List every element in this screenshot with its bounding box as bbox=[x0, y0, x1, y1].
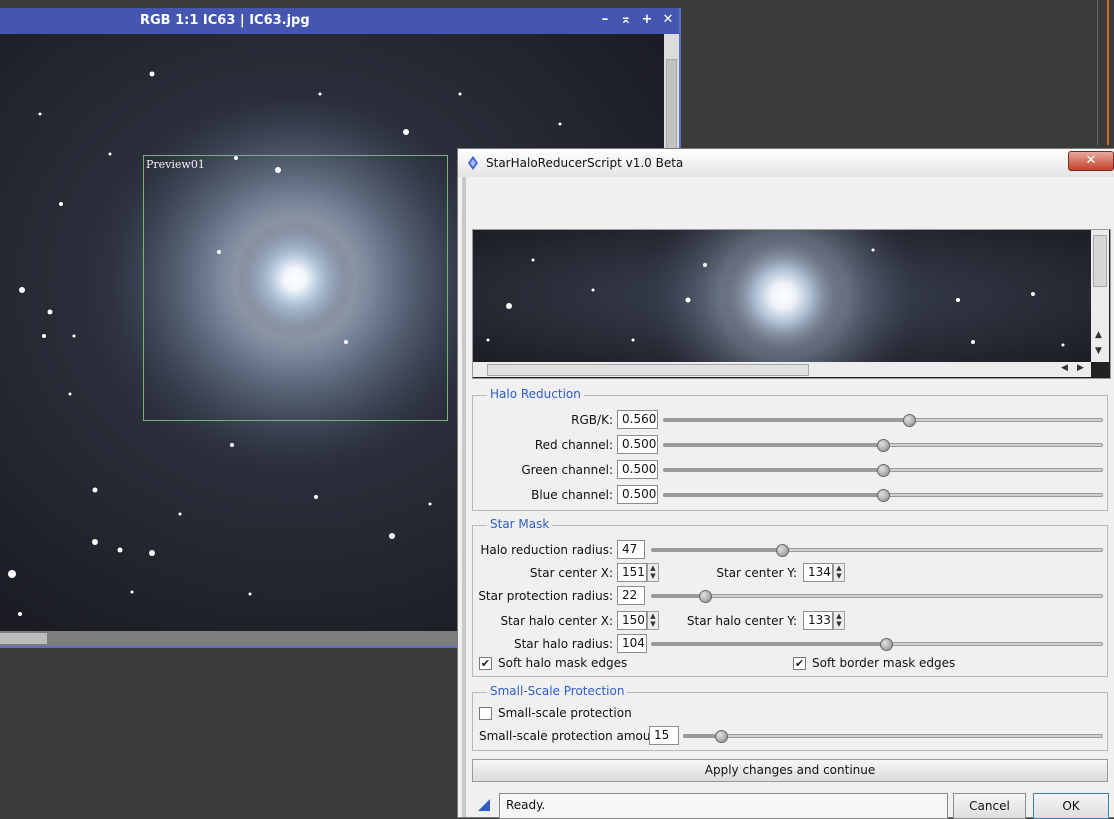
star-center-x-spinner[interactable]: ▲ ▼ bbox=[647, 563, 659, 582]
star-halo-center-y-value[interactable]: 133 bbox=[803, 611, 833, 630]
shade-icon[interactable]: ⌅ bbox=[618, 12, 634, 28]
star-protection-radius-label: Star protection radius: bbox=[478, 589, 613, 603]
spin-up-icon[interactable]: ▲ bbox=[836, 612, 841, 620]
halo-reduction-radius-label: Halo reduction radius: bbox=[480, 543, 613, 557]
soft-border-mask-edges-label: Soft border mask edges bbox=[812, 656, 956, 670]
halo-reduction-radius-value[interactable]: 47 bbox=[617, 540, 645, 559]
rgbk-slider[interactable] bbox=[663, 410, 1103, 430]
apply-changes-button[interactable]: Apply changes and continue bbox=[472, 759, 1108, 782]
dialog-left-edge bbox=[462, 177, 466, 817]
scroll-left-icon[interactable]: ◀ bbox=[1061, 363, 1068, 373]
minimize-icon[interactable]: – bbox=[597, 12, 613, 28]
star-halo-center-y-spinner[interactable]: ▲ ▼ bbox=[833, 611, 845, 630]
help-triangle-icon[interactable] bbox=[478, 799, 490, 811]
rgbk-label: RGB/K: bbox=[571, 413, 613, 427]
star-halo-center-y-label: Star halo center Y: bbox=[686, 614, 797, 628]
preview-vertical-scrollbar[interactable]: ▲ ▼ bbox=[1091, 230, 1109, 362]
close-icon[interactable]: ✕ bbox=[660, 12, 676, 28]
star-mask-title: Star Mask bbox=[487, 517, 553, 531]
scroll-thumb[interactable] bbox=[0, 633, 47, 644]
status-field: Ready. bbox=[499, 793, 948, 819]
spin-down-icon[interactable]: ▼ bbox=[650, 620, 655, 628]
ok-button[interactable]: OK bbox=[1033, 793, 1109, 819]
preview-image bbox=[473, 230, 1091, 378]
star-halo-center-x-spinner[interactable]: ▲ ▼ bbox=[647, 611, 659, 630]
close-button[interactable]: ✕ bbox=[1068, 151, 1114, 171]
spin-up-icon[interactable]: ▲ bbox=[650, 612, 655, 620]
scroll-down-icon[interactable]: ▼ bbox=[1095, 346, 1102, 356]
red-channel-slider[interactable] bbox=[663, 435, 1103, 455]
soft-halo-mask-edges-label: Soft halo mask edges bbox=[498, 656, 628, 670]
star-center-x-label: Star center X: bbox=[529, 566, 613, 580]
scroll-up-icon[interactable]: ▲ bbox=[1095, 330, 1102, 340]
halo-reduction-title: Halo Reduction bbox=[487, 387, 584, 401]
spin-down-icon[interactable]: ▼ bbox=[836, 572, 841, 580]
halo-reduction-radius-slider[interactable] bbox=[651, 540, 1103, 560]
maximize-icon[interactable]: + bbox=[639, 12, 655, 28]
star-center-y-spinner[interactable]: ▲ ▼ bbox=[833, 563, 845, 582]
spin-down-icon[interactable]: ▼ bbox=[836, 620, 841, 628]
spin-up-icon[interactable]: ▲ bbox=[836, 564, 841, 572]
star-halo-radius-value[interactable]: 104 bbox=[617, 634, 647, 653]
scroll-thumb[interactable] bbox=[487, 364, 809, 376]
small-scale-protection-label: Small-scale protection bbox=[498, 706, 632, 720]
small-scale-protection-group: Small-Scale Protection Small-scale prote… bbox=[472, 684, 1108, 751]
blue-channel-value[interactable]: 0.500 bbox=[617, 485, 658, 504]
edge-line bbox=[1097, 0, 1098, 145]
star-halo-center-x-value[interactable]: 150 bbox=[617, 611, 647, 630]
star-halo-center-x-label: Star halo center X: bbox=[500, 614, 613, 628]
green-channel-slider[interactable] bbox=[663, 460, 1103, 480]
soft-border-mask-edges-checkbox[interactable]: ✔ bbox=[793, 657, 806, 670]
scroll-right-icon[interactable]: ▶ bbox=[1077, 363, 1084, 373]
star-protection-radius-slider[interactable] bbox=[651, 586, 1103, 606]
rgbk-value[interactable]: 0.560 bbox=[617, 410, 658, 429]
scroll-thumb[interactable] bbox=[1093, 235, 1107, 287]
small-scale-protection-title: Small-Scale Protection bbox=[487, 684, 628, 698]
star-mask-group: Star Mask Halo reduction radius: 47 Star… bbox=[472, 517, 1108, 677]
image-window-titlebar[interactable]: RGB 1:1 IC63 | IC63.jpg – ⌅ + ✕ bbox=[0, 8, 679, 34]
star-halo-reducer-dialog: StarHaloReducerScript v1.0 Beta ✕ ▲ ▼ ◀ … bbox=[457, 148, 1114, 819]
small-scale-protection-checkbox[interactable] bbox=[479, 707, 492, 720]
star-halo-radius-label: Star halo radius: bbox=[513, 637, 613, 651]
scroll-thumb[interactable] bbox=[666, 59, 677, 154]
star-center-y-value[interactable]: 134 bbox=[803, 563, 833, 582]
preview-viewport[interactable]: ▲ ▼ ◀ ▶ bbox=[472, 229, 1111, 379]
green-channel-value[interactable]: 0.500 bbox=[617, 460, 658, 479]
star-halo-radius-slider[interactable] bbox=[651, 634, 1103, 654]
spin-down-icon[interactable]: ▼ bbox=[650, 572, 655, 580]
red-channel-label: Red channel: bbox=[534, 438, 613, 452]
preview-horizontal-scrollbar[interactable]: ◀ ▶ bbox=[473, 362, 1091, 377]
star-protection-radius-value[interactable]: 22 bbox=[617, 586, 645, 605]
preview-label: Preview01 bbox=[146, 158, 205, 171]
blue-channel-slider[interactable] bbox=[663, 485, 1103, 505]
dialog-title: StarHaloReducerScript v1.0 Beta bbox=[486, 156, 684, 170]
small-scale-amount-label: Small-scale protection amount: bbox=[479, 729, 667, 743]
red-channel-value[interactable]: 0.500 bbox=[617, 435, 658, 454]
star-center-y-label: Star center Y: bbox=[716, 566, 797, 580]
small-scale-amount-value[interactable]: 15 bbox=[649, 726, 679, 745]
soft-halo-mask-edges-checkbox[interactable]: ✔ bbox=[479, 657, 492, 670]
preview-rectangle[interactable]: Preview01 bbox=[143, 155, 448, 421]
green-channel-label: Green channel: bbox=[521, 463, 613, 477]
edge-accent bbox=[1107, 0, 1109, 145]
pixinsight-icon bbox=[468, 156, 478, 170]
image-window-title: RGB 1:1 IC63 | IC63.jpg bbox=[140, 13, 310, 28]
spin-up-icon[interactable]: ▲ bbox=[650, 564, 655, 572]
dialog-titlebar[interactable]: StarHaloReducerScript v1.0 Beta ✕ bbox=[458, 149, 1114, 177]
cancel-button[interactable]: Cancel bbox=[953, 793, 1026, 819]
small-scale-amount-slider[interactable] bbox=[683, 726, 1103, 746]
halo-reduction-group: Halo Reduction RGB/K: 0.560 Red channel:… bbox=[472, 387, 1108, 511]
star-center-x-value[interactable]: 151 bbox=[617, 563, 647, 582]
blue-channel-label: Blue channel: bbox=[531, 488, 613, 502]
